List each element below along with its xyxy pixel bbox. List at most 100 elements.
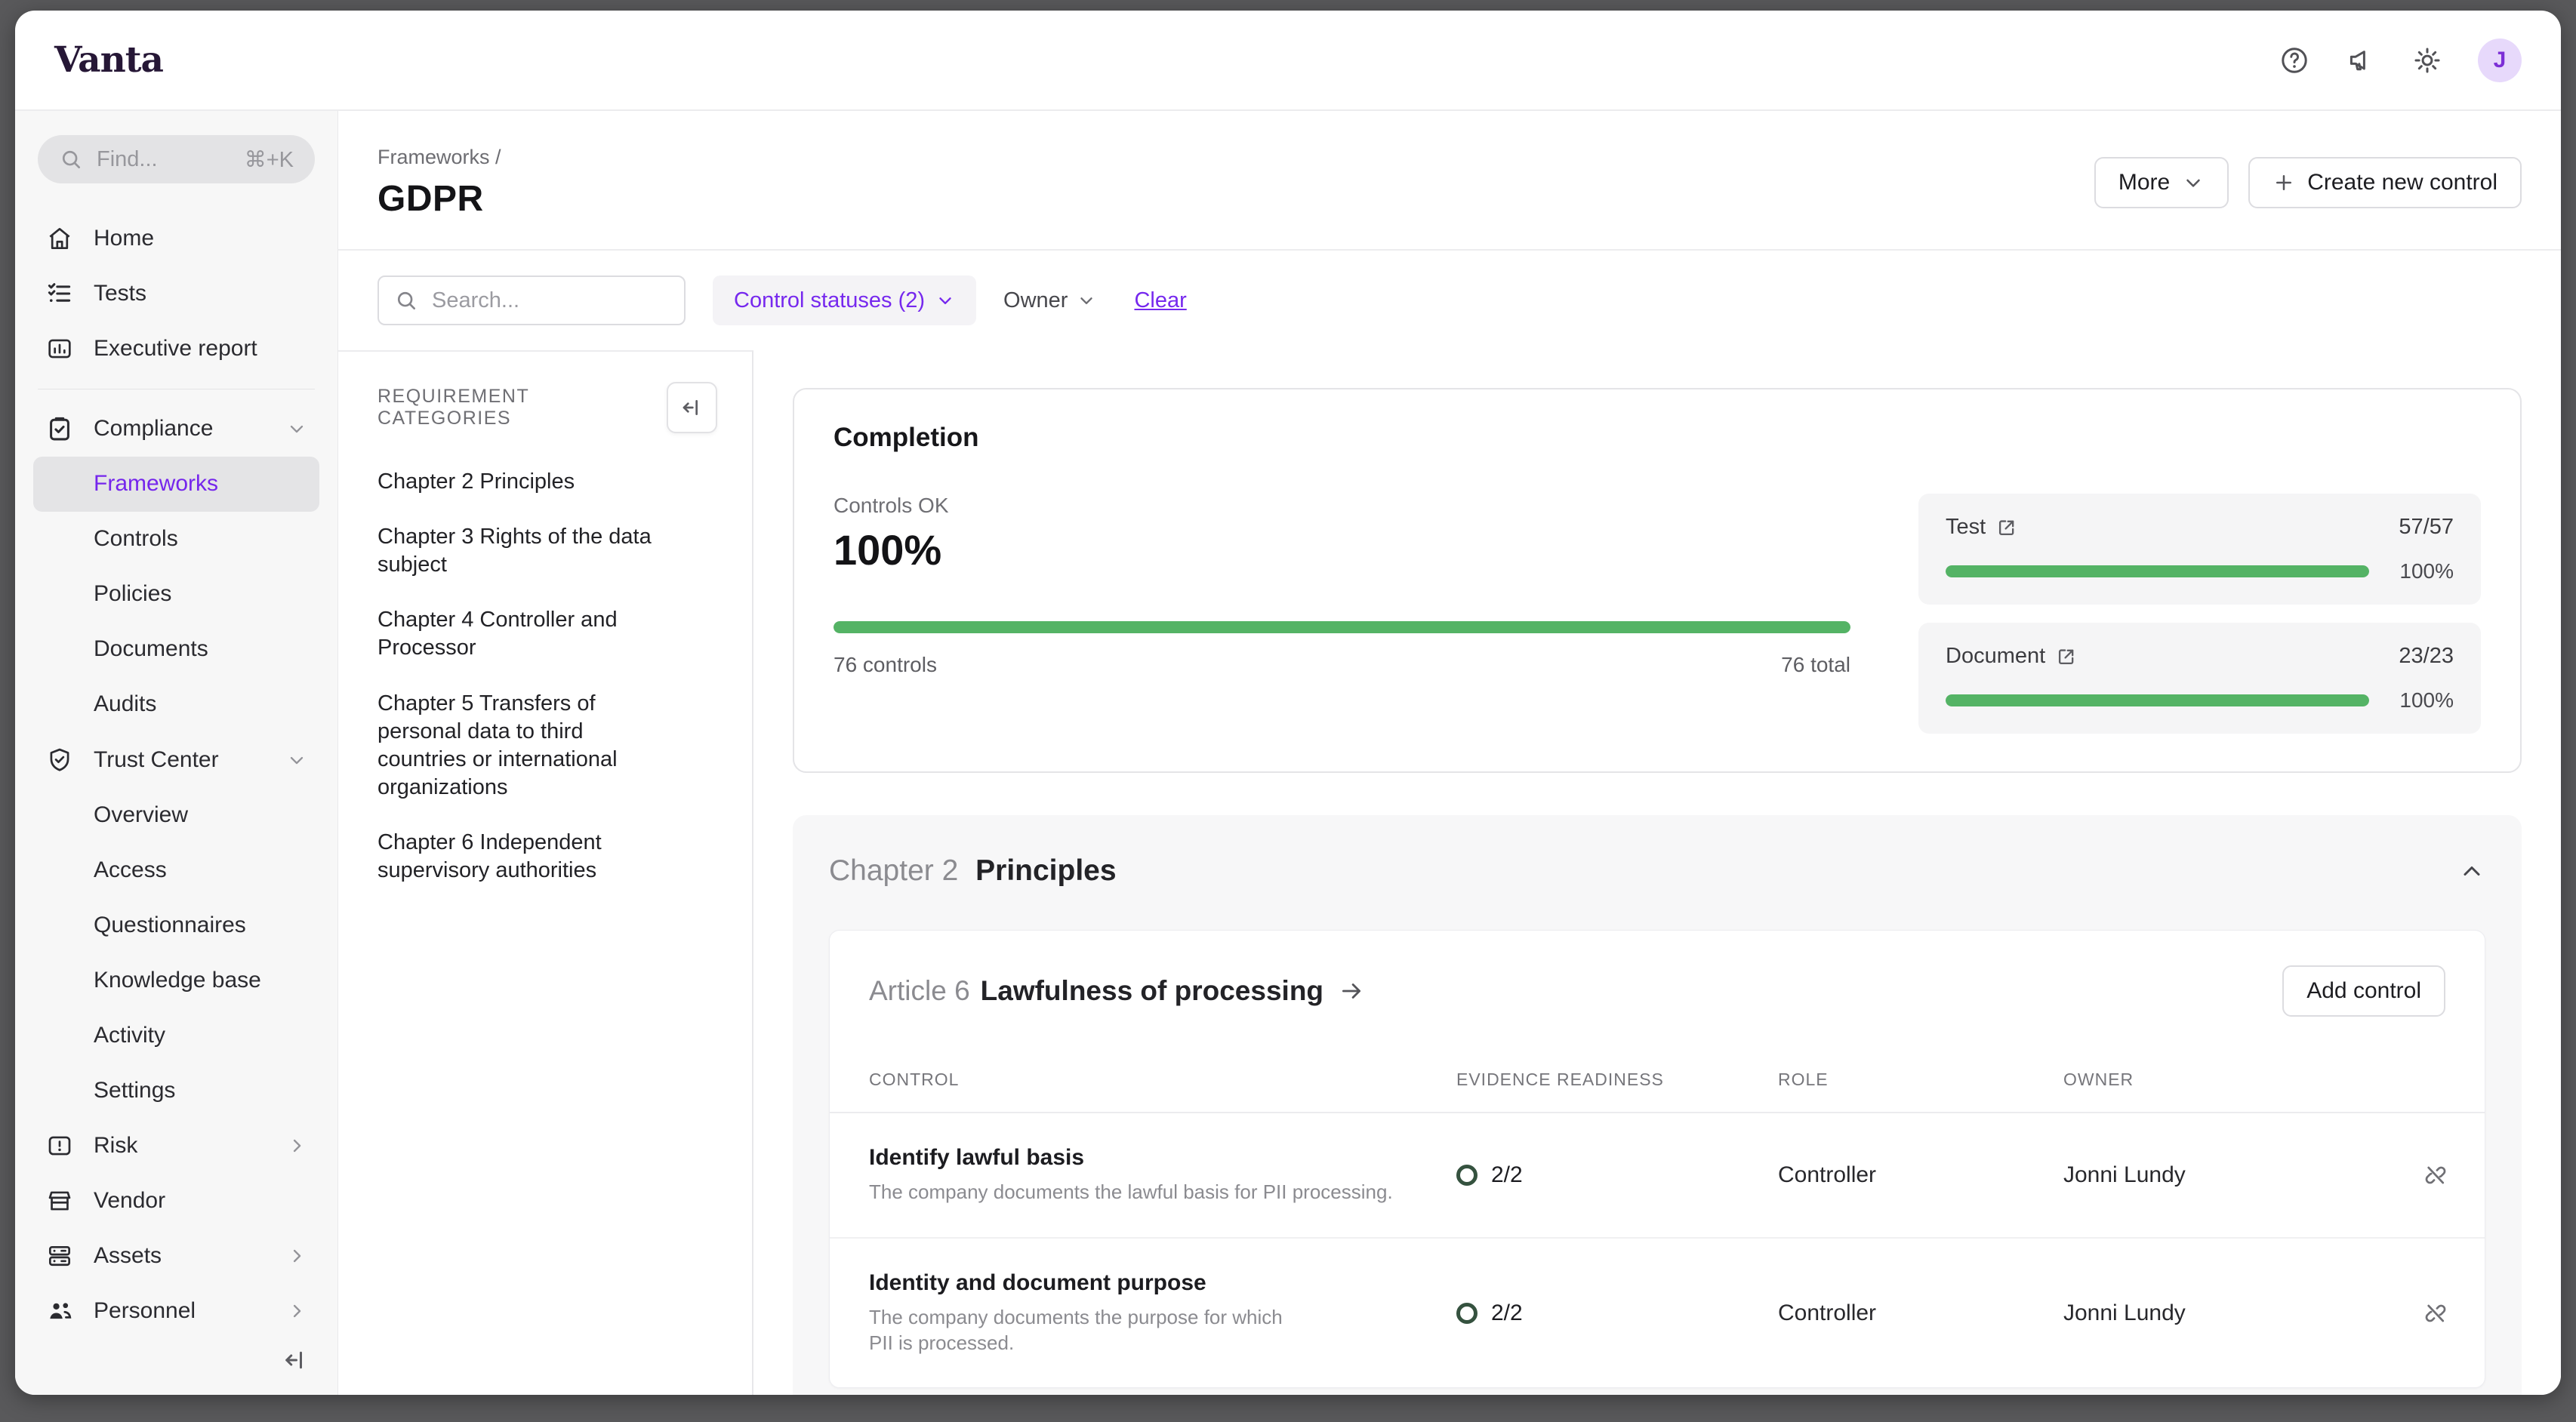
requirement-categories-panel: REQUIREMENT CATEGORIES Chapter 2 Princip… xyxy=(338,350,753,1395)
sidebar-item-label: Documents xyxy=(94,636,208,662)
sidebar-item-overview[interactable]: Overview xyxy=(33,787,319,842)
chevron-up-icon[interactable] xyxy=(2458,857,2485,885)
sidebar-item-label: Personnel xyxy=(94,1298,196,1324)
control-statuses-filter[interactable]: Control statuses (2) xyxy=(713,275,976,325)
category-item[interactable]: Chapter 5 Transfers of personal data to … xyxy=(377,690,664,802)
risk-icon xyxy=(45,1131,74,1160)
control-name[interactable]: Identify lawful basis xyxy=(869,1145,1456,1171)
settings-gear-icon[interactable] xyxy=(2411,45,2443,76)
sidebar-item-activity[interactable]: Activity xyxy=(33,1008,319,1063)
help-icon[interactable] xyxy=(2279,45,2310,76)
add-control-button[interactable]: Add control xyxy=(2282,965,2445,1017)
avatar-initial: J xyxy=(2494,48,2507,73)
sidebar-item-documents[interactable]: Documents xyxy=(33,622,319,677)
chapter-2-section: Chapter 2 Principles Article 6 xyxy=(793,815,2522,1395)
main-panel: Completion Controls OK 100% 76 controls … xyxy=(753,350,2561,1395)
sidebar-item-risk[interactable]: Risk xyxy=(33,1119,319,1174)
sidebar-item-personnel[interactable]: Personnel xyxy=(33,1284,319,1339)
document-label: Document xyxy=(1946,644,2045,669)
sidebar-item-label: Frameworks xyxy=(94,471,218,497)
sidebar-item-questionnaires[interactable]: Questionnaires xyxy=(33,897,319,953)
table-row[interactable]: Identify lawful basis The company docume… xyxy=(830,1113,2485,1239)
completion-title: Completion xyxy=(834,423,2481,453)
control-name[interactable]: Identity and document purpose xyxy=(869,1270,1456,1296)
sidebar-item-label: Knowledge base xyxy=(94,968,261,993)
test-link[interactable]: Test xyxy=(1946,515,2017,540)
shield-check-icon xyxy=(45,746,74,774)
sidebar-item-label: Home xyxy=(94,226,154,251)
sidebar-item-home[interactable]: Home xyxy=(33,211,319,266)
more-button[interactable]: More xyxy=(2094,157,2229,208)
category-item[interactable]: Chapter 2 Principles xyxy=(377,468,664,496)
chevron-right-icon xyxy=(286,1135,307,1156)
sidebar-item-label: Overview xyxy=(94,802,188,828)
storefront-icon xyxy=(45,1187,74,1215)
sidebar-item-compliance[interactable]: Compliance xyxy=(33,402,319,457)
category-item[interactable]: Chapter 4 Controller and Processor xyxy=(377,606,664,662)
chevron-down-icon xyxy=(1077,291,1096,310)
sidebar-item-label: Questionnaires xyxy=(94,913,246,938)
document-link[interactable]: Document xyxy=(1946,644,2077,669)
document-percent: 100% xyxy=(2389,688,2454,713)
page-title: GDPR xyxy=(377,178,501,220)
breadcrumb[interactable]: Frameworks xyxy=(377,146,490,168)
avatar[interactable]: J xyxy=(2478,38,2522,82)
find-shortcut: ⌘+K xyxy=(245,146,294,173)
sidebar-item-tests[interactable]: Tests xyxy=(33,266,319,321)
evidence-ring-icon xyxy=(1456,1303,1478,1324)
article-prefix: Article 6 xyxy=(869,975,970,1007)
sidebar-item-label: Risk xyxy=(94,1133,137,1159)
article-6-link[interactable]: Article 6 Lawfulness of processing xyxy=(869,975,1364,1007)
sidebar-item-knowledge-base[interactable]: Knowledge base xyxy=(33,953,319,1008)
sidebar-item-vendor[interactable]: Vendor xyxy=(33,1174,319,1229)
owner-filter[interactable]: Owner xyxy=(1003,288,1096,313)
sidebar-item-settings[interactable]: Settings xyxy=(33,1063,319,1118)
sidebar-item-trust-center[interactable]: Trust Center xyxy=(33,732,319,787)
chevron-down-icon xyxy=(286,749,307,771)
sidebar-item-access[interactable]: Access xyxy=(33,842,319,897)
global-find-input[interactable]: Find... ⌘+K xyxy=(38,135,315,183)
sidebar-item-policies[interactable]: Policies xyxy=(33,567,319,622)
search-box[interactable] xyxy=(377,275,686,325)
table-row[interactable]: Identity and document purpose The compan… xyxy=(830,1239,2485,1388)
document-progress-bar xyxy=(1946,694,2369,706)
more-label: More xyxy=(2118,170,2170,195)
article-name: Lawfulness of processing xyxy=(981,975,1323,1007)
report-icon xyxy=(45,334,74,363)
sidebar-item-controls[interactable]: Controls xyxy=(33,512,319,567)
role-value: Controller xyxy=(1778,1300,2063,1326)
owner-value: Jonni Lundy xyxy=(2063,1162,2422,1188)
unlink-icon[interactable] xyxy=(2422,1162,2449,1189)
clear-filters-link[interactable]: Clear xyxy=(1134,288,1186,313)
owner-label: Owner xyxy=(1003,288,1068,313)
category-item[interactable]: Chapter 3 Rights of the data subject xyxy=(377,523,664,579)
column-header-control: Control xyxy=(869,1070,1456,1090)
external-link-icon xyxy=(2056,646,2077,667)
arrow-right-icon xyxy=(1339,978,1364,1004)
category-item[interactable]: Chapter 6 Independent supervisory author… xyxy=(377,829,664,885)
unlink-icon[interactable] xyxy=(2422,1300,2449,1327)
sidebar-item-executive-report[interactable]: Executive report xyxy=(33,321,319,376)
breadcrumb-separator: / xyxy=(495,146,501,168)
sidebar-item-label: Audits xyxy=(94,691,156,717)
announcements-icon[interactable] xyxy=(2345,45,2377,76)
create-new-control-button[interactable]: Create new control xyxy=(2248,157,2522,208)
chapter-prefix: Chapter 2 xyxy=(829,854,958,887)
create-label: Create new control xyxy=(2307,170,2497,195)
evidence-count: 2/2 xyxy=(1491,1300,1523,1326)
sidebar-item-label: Vendor xyxy=(94,1188,165,1214)
tests-icon xyxy=(45,279,74,308)
sidebar-item-frameworks[interactable]: Frameworks xyxy=(33,457,319,512)
column-header-role: Role xyxy=(1778,1070,2063,1090)
external-link-icon xyxy=(1996,517,2017,538)
sidebar-item-assets[interactable]: Assets xyxy=(33,1229,319,1284)
sidebar-item-label: Activity xyxy=(94,1023,165,1048)
search-input[interactable] xyxy=(430,288,669,314)
panel-collapse-button[interactable] xyxy=(667,382,717,433)
compliance-clipboard-icon xyxy=(45,414,74,443)
sidebar-item-audits[interactable]: Audits xyxy=(33,677,319,732)
sidebar-collapse-icon[interactable] xyxy=(282,1347,309,1374)
sidebar-item-label: Trust Center xyxy=(94,747,219,773)
chevron-down-icon xyxy=(286,418,307,439)
home-icon xyxy=(45,224,74,253)
